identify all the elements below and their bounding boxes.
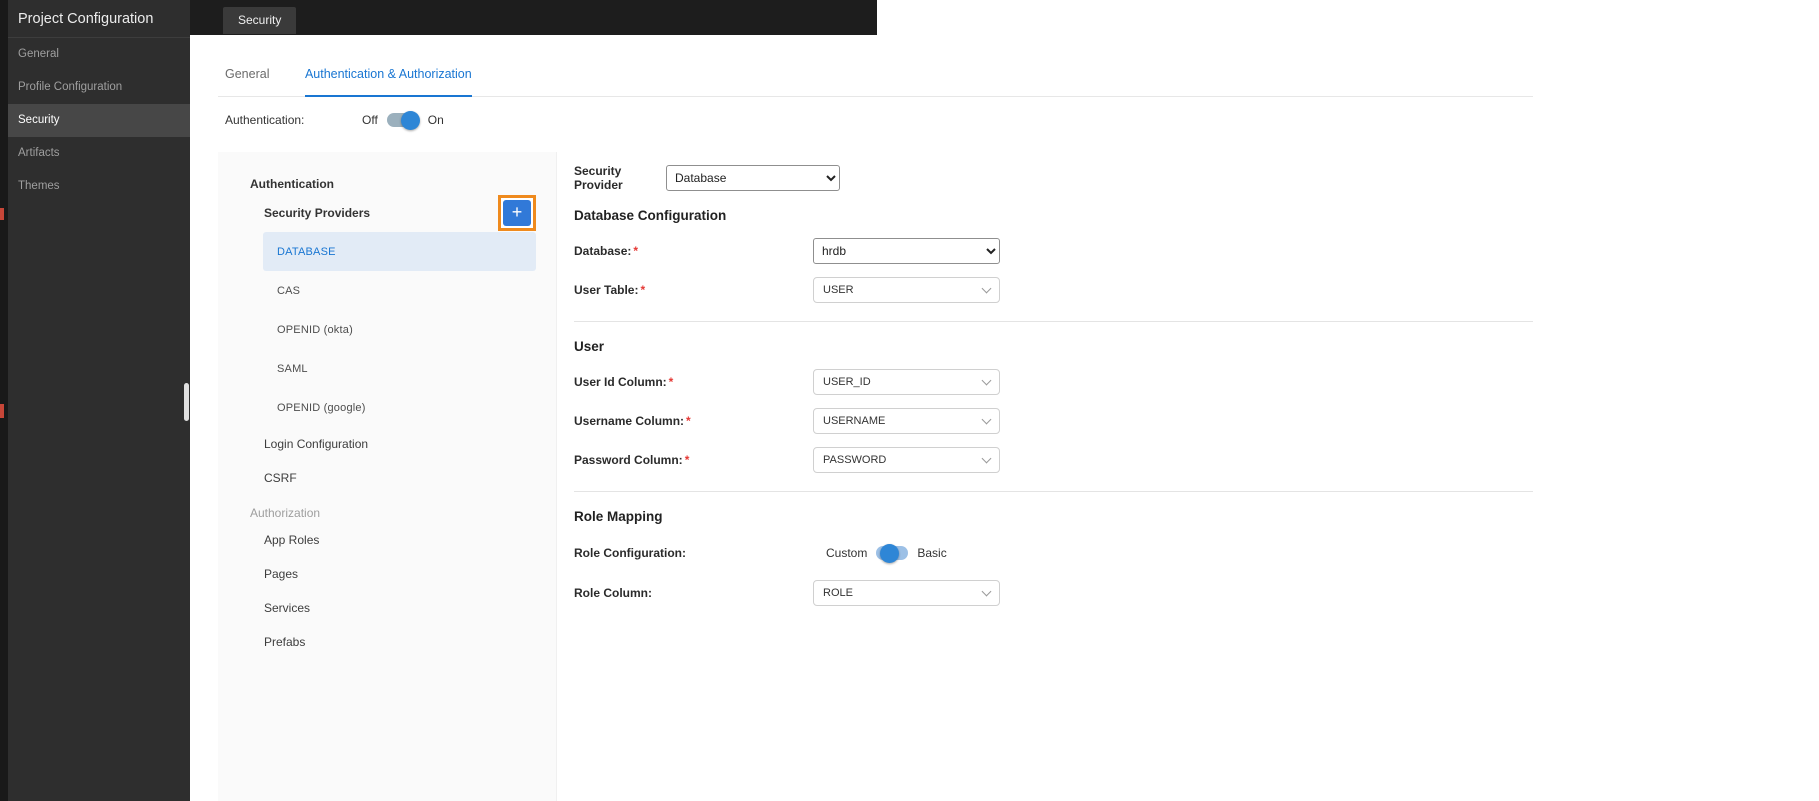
database-configuration-heading: Database Configuration [574,208,727,223]
role-column-value: ROLE [823,587,853,599]
provider-item-openid-okta[interactable]: OPENID (okta) [263,310,536,349]
field-database: Database: * hrdb [574,238,1545,264]
nav-item-csrf[interactable]: CSRF [218,461,556,495]
tab-authentication-authorization[interactable]: Authentication & Authorization [304,67,472,97]
role-column-combobox[interactable]: ROLE [813,580,1000,606]
user-table-label: User Table: * [574,283,646,297]
field-role-column: Role Column: ROLE [574,580,1545,606]
chevron-down-icon [981,453,992,463]
page-tabs: General Authentication & Authorization [218,65,1533,97]
section-divider [574,491,1533,492]
user-id-column-combobox[interactable]: USER_ID [813,369,1000,395]
topbar: Security [190,0,877,35]
toggle-on-label: On [427,113,444,127]
add-provider-button[interactable]: + [503,200,531,226]
authentication-label: Authentication: [225,113,305,127]
password-column-value: PASSWORD [823,454,887,466]
username-column-value: USERNAME [823,415,886,427]
chevron-down-icon [981,414,992,424]
authorization-section-heading: Authorization [250,506,321,520]
role-configuration-label: Role Configuration: [574,546,686,560]
security-nav: Authentication Security Providers + DATA… [218,152,557,801]
username-column-combobox[interactable]: USERNAME [813,408,1000,434]
security-providers-heading: Security Providers [264,206,371,220]
user-section-heading: User [574,339,605,354]
topbar-tab-security[interactable]: Security [223,7,297,34]
nav-item-prefabs[interactable]: Prefabs [218,625,556,659]
sidebar-scrollbar-thumb[interactable] [184,383,189,421]
nav-item-services[interactable]: Services [218,591,556,625]
provider-item-openid-google[interactable]: OPENID (google) [263,388,536,427]
provider-form: Security Provider Database Database Conf… [557,152,1545,801]
toggle-off-label: Off [362,113,378,127]
authentication-section-heading: Authentication [250,177,334,191]
role-custom-label: Custom [826,546,868,560]
security-settings-panel: Authentication Security Providers + DATA… [218,152,1545,801]
error-marker [0,404,4,418]
sidebar-item-general[interactable]: General [0,38,190,71]
database-select[interactable]: hrdb [813,238,1000,264]
toggle-knob-icon [400,110,420,130]
section-divider [574,321,1533,322]
add-provider-highlight-box: + [498,195,536,231]
field-role-configuration: Role Configuration: Custom Basic [574,540,1545,566]
security-providers-row: Security Providers + [264,194,536,232]
nav-item-pages[interactable]: Pages [218,557,556,591]
password-column-label: Password Column: * [574,453,690,467]
field-password-column: Password Column: * PASSWORD [574,447,1545,473]
left-edge-strip [0,0,8,801]
required-asterisk: * [686,414,691,428]
required-asterisk: * [640,283,646,297]
sidebar-item-profile-configuration[interactable]: Profile Configuration [0,71,190,104]
sidebar-item-artifacts[interactable]: Artifacts [0,137,190,170]
error-marker [0,208,4,220]
sidebar-item-themes[interactable]: Themes [0,170,190,203]
role-basic-label: Basic [917,546,947,560]
nav-item-app-roles[interactable]: App Roles [218,523,556,557]
role-column-label: Role Column: [574,586,652,600]
field-user-id-column: User Id Column: * USER_ID [574,369,1545,395]
sidebar-item-security[interactable]: Security [0,104,190,137]
project-config-sidebar: Project Configuration General Profile Co… [0,0,190,801]
nav-item-login-configuration[interactable]: Login Configuration [218,427,556,461]
role-configuration-toggle[interactable] [876,543,909,563]
field-user-table: User Table: * USER [574,277,1545,303]
main-content: General Authentication & Authorization A… [190,35,1819,801]
role-mapping-heading: Role Mapping [574,509,663,524]
provider-item-database[interactable]: DATABASE [263,232,536,271]
security-provider-select[interactable]: Database [666,165,840,191]
plus-icon: + [511,202,523,222]
chevron-down-icon [981,283,992,293]
security-provider-label: Security Provider [574,164,623,192]
required-asterisk: * [684,453,690,467]
required-asterisk: * [668,375,674,389]
tab-general[interactable]: General [225,67,269,95]
app-window: Project Configuration General Profile Co… [0,0,1819,801]
username-column-label: Username Column: * [574,414,691,428]
user-table-combobox[interactable]: USER [813,277,1000,303]
password-column-combobox[interactable]: PASSWORD [813,447,1000,473]
required-asterisk: * [633,244,639,258]
sidebar-title: Project Configuration [0,0,190,38]
database-label: Database: * [574,244,639,258]
field-username-column: Username Column: * USERNAME [574,408,1545,434]
user-id-column-label: User Id Column: * [574,375,674,389]
provider-item-saml[interactable]: SAML [263,349,536,388]
user-id-column-value: USER_ID [823,376,871,388]
toggle-knob-icon [880,543,900,563]
authentication-toggle-row: Authentication: Off On [225,110,444,130]
authentication-toggle[interactable] [386,110,420,130]
chevron-down-icon [981,586,992,596]
chevron-down-icon [981,375,992,385]
provider-item-cas[interactable]: CAS [263,271,536,310]
security-provider-row: Security Provider Database [574,164,1545,192]
user-table-value: USER [823,284,854,296]
